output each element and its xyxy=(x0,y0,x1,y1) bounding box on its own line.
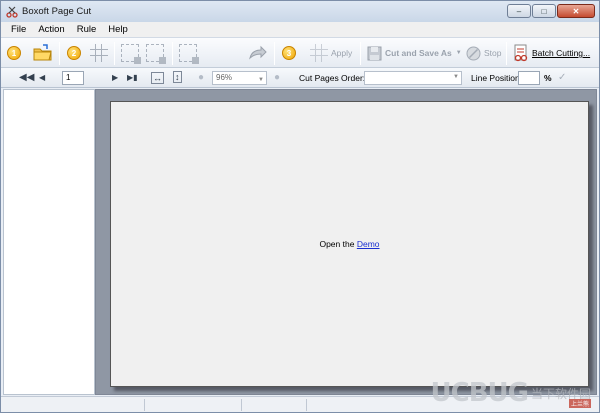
thumbnail-pane[interactable] xyxy=(3,89,95,395)
stop-button[interactable]: Stop xyxy=(466,42,502,64)
save-disk-icon xyxy=(367,46,382,60)
horizontal-cut-button[interactable] xyxy=(121,42,141,64)
open-text: Open the xyxy=(319,239,355,249)
redo-arrow-icon xyxy=(249,45,267,60)
open-file-button[interactable] xyxy=(33,42,53,64)
cut-pages-order-label: Cut Pages Order: xyxy=(299,73,366,83)
stop-label: Stop xyxy=(484,48,502,58)
grid-button[interactable] xyxy=(90,42,108,64)
close-button[interactable]: ✕ xyxy=(557,4,595,18)
app-window: Boxoft Page Cut – □ ✕ File Action Rule H… xyxy=(0,0,600,413)
grid-icon xyxy=(90,44,108,62)
main-toolbar: 1 2 3 Apply Cut and Save As ▼ Stop Batch… xyxy=(1,37,599,68)
menu-bar: File Action Rule Help xyxy=(1,22,599,37)
fit-width-icon[interactable]: ↔ xyxy=(151,72,164,84)
batch-cutting-button[interactable]: Batch Cutting... xyxy=(513,42,590,64)
previous-page-icon[interactable]: ◀ xyxy=(39,73,45,82)
fit-height-icon[interactable]: ↕ xyxy=(173,71,182,83)
page-canvas[interactable]: Open the Demo xyxy=(110,101,589,387)
step-3-badge: 3 xyxy=(282,42,296,64)
chevron-down-icon: ▼ xyxy=(258,77,264,83)
next-page-icon[interactable]: ▶ xyxy=(112,73,118,82)
apply-grid-icon xyxy=(310,44,328,62)
stop-icon xyxy=(466,46,481,60)
window-title: Boxoft Page Cut xyxy=(22,6,92,17)
zoom-select[interactable]: 96% ▼ xyxy=(212,71,267,85)
menu-file[interactable]: File xyxy=(5,24,32,35)
delete-line-button[interactable] xyxy=(179,42,199,64)
open-demo-prompt: Open the Demo xyxy=(111,239,588,249)
apply-button[interactable]: Apply xyxy=(310,42,352,64)
redo-button[interactable] xyxy=(247,42,267,64)
delete-line-icon xyxy=(179,44,199,64)
open-folder-icon xyxy=(33,44,52,61)
chevron-down-icon: ▼ xyxy=(453,74,459,80)
navigation-toolbar: ◀◀ ◀ 1 ▶ ▶▮ ↔ ↕ ● 96% ▼ ● Cut Pages Orde… xyxy=(1,68,599,88)
maximize-button[interactable]: □ xyxy=(532,4,556,18)
cut-and-save-as-label: Cut and Save As xyxy=(385,48,452,58)
zoom-value: 96% xyxy=(216,73,233,82)
horizontal-cut-icon xyxy=(121,44,141,64)
vertical-cut-button[interactable] xyxy=(146,42,166,64)
line-position-input[interactable] xyxy=(518,71,540,85)
zoom-in-icon[interactable]: ● xyxy=(274,72,280,83)
cut-and-save-as-button[interactable]: Cut and Save As ▼ xyxy=(367,42,462,64)
step-1-badge: 1 xyxy=(7,42,21,64)
minimize-button[interactable]: – xyxy=(507,4,531,18)
last-page-icon[interactable]: ▶▮ xyxy=(127,73,138,82)
checkmark-icon[interactable]: ✓ xyxy=(558,72,566,83)
page-number-input[interactable]: 1 xyxy=(62,71,84,85)
cut-pages-order-select[interactable]: ▼ xyxy=(364,71,462,85)
zoom-out-icon[interactable]: ● xyxy=(198,72,204,83)
line-position-label: Line Position: xyxy=(471,73,523,83)
watermark-small: 上兰熊 xyxy=(568,399,591,408)
title-bar: Boxoft Page Cut – □ ✕ xyxy=(1,1,599,22)
batch-cutting-label: Batch Cutting... xyxy=(532,48,591,58)
menu-help[interactable]: Help xyxy=(102,24,134,35)
menu-action[interactable]: Action xyxy=(32,24,70,35)
document-viewer[interactable]: Open the Demo xyxy=(95,89,597,395)
demo-link[interactable]: Demo xyxy=(357,239,380,249)
percent-label: % xyxy=(544,73,552,83)
watermark-logo: UCBUG 当下软件园 上兰熊 xyxy=(431,378,591,408)
menu-rule[interactable]: Rule xyxy=(71,24,103,35)
apply-label: Apply xyxy=(331,48,353,58)
scissors-app-icon xyxy=(6,6,18,18)
vertical-cut-icon xyxy=(146,44,166,64)
batch-pdf-icon xyxy=(514,44,528,62)
watermark-brand: UCBUG xyxy=(430,378,529,408)
first-page-icon[interactable]: ◀◀ xyxy=(19,72,34,83)
step-2-badge: 2 xyxy=(67,42,81,64)
